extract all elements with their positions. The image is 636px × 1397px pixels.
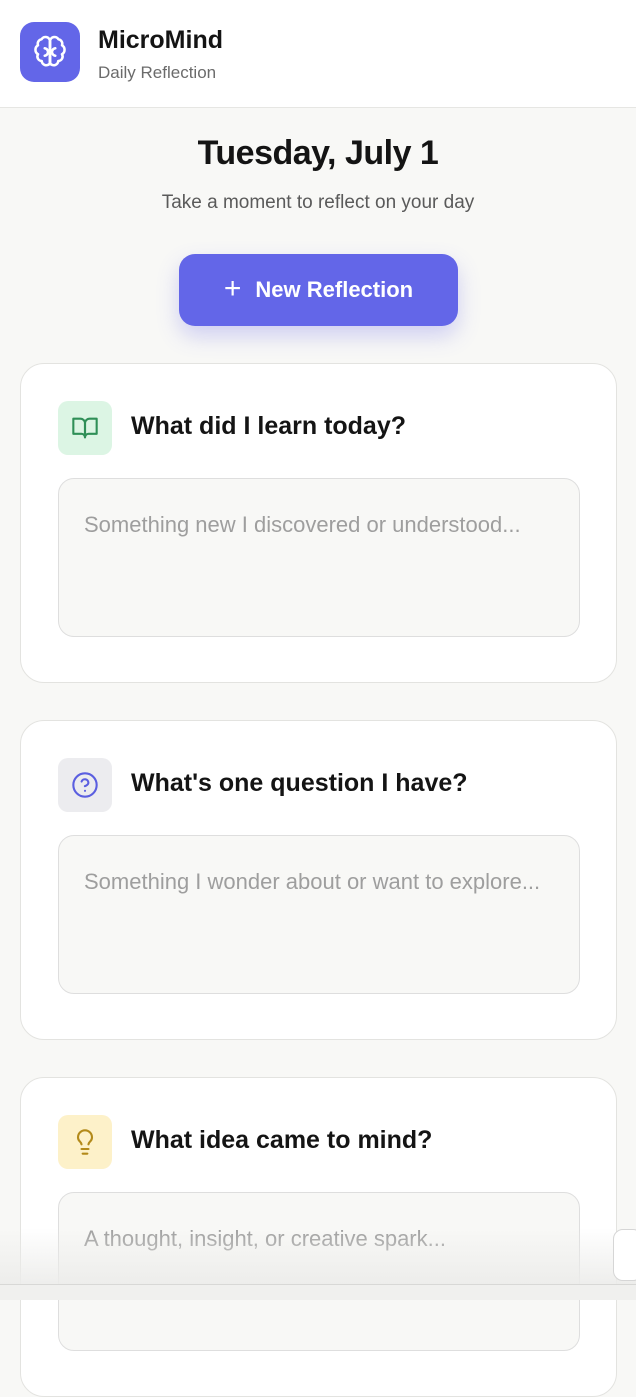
card-title: What idea came to mind?: [131, 1126, 433, 1154]
reflection-card-question: What's one question I have?: [20, 720, 617, 1040]
new-reflection-button[interactable]: + New Reflection: [179, 254, 458, 326]
card-title: What's one question I have?: [131, 769, 468, 797]
book-icon: [58, 401, 112, 455]
card-title: What did I learn today?: [131, 412, 407, 440]
plus-icon: +: [223, 271, 242, 305]
learn-textarea[interactable]: [58, 478, 580, 637]
floating-side-tab[interactable]: [613, 1229, 636, 1281]
brain-icon[interactable]: [20, 22, 80, 82]
app-name: MicroMind: [98, 26, 223, 54]
bottom-bar: [0, 1284, 636, 1300]
app-subtitle: Daily Reflection: [98, 63, 217, 82]
question-circle-icon: [58, 758, 112, 812]
page-tagline: Take a moment to reflect on your day: [161, 192, 475, 213]
page-title: Tuesday, July 1: [197, 134, 439, 172]
new-reflection-label: New Reflection: [255, 277, 414, 302]
question-textarea[interactable]: [58, 835, 580, 994]
reflection-card-learn: What did I learn today?: [20, 363, 617, 683]
app-header: MicroMind Daily Reflection: [0, 0, 636, 108]
lightbulb-icon: [58, 1115, 112, 1169]
bottom-fade: [0, 1228, 636, 1284]
